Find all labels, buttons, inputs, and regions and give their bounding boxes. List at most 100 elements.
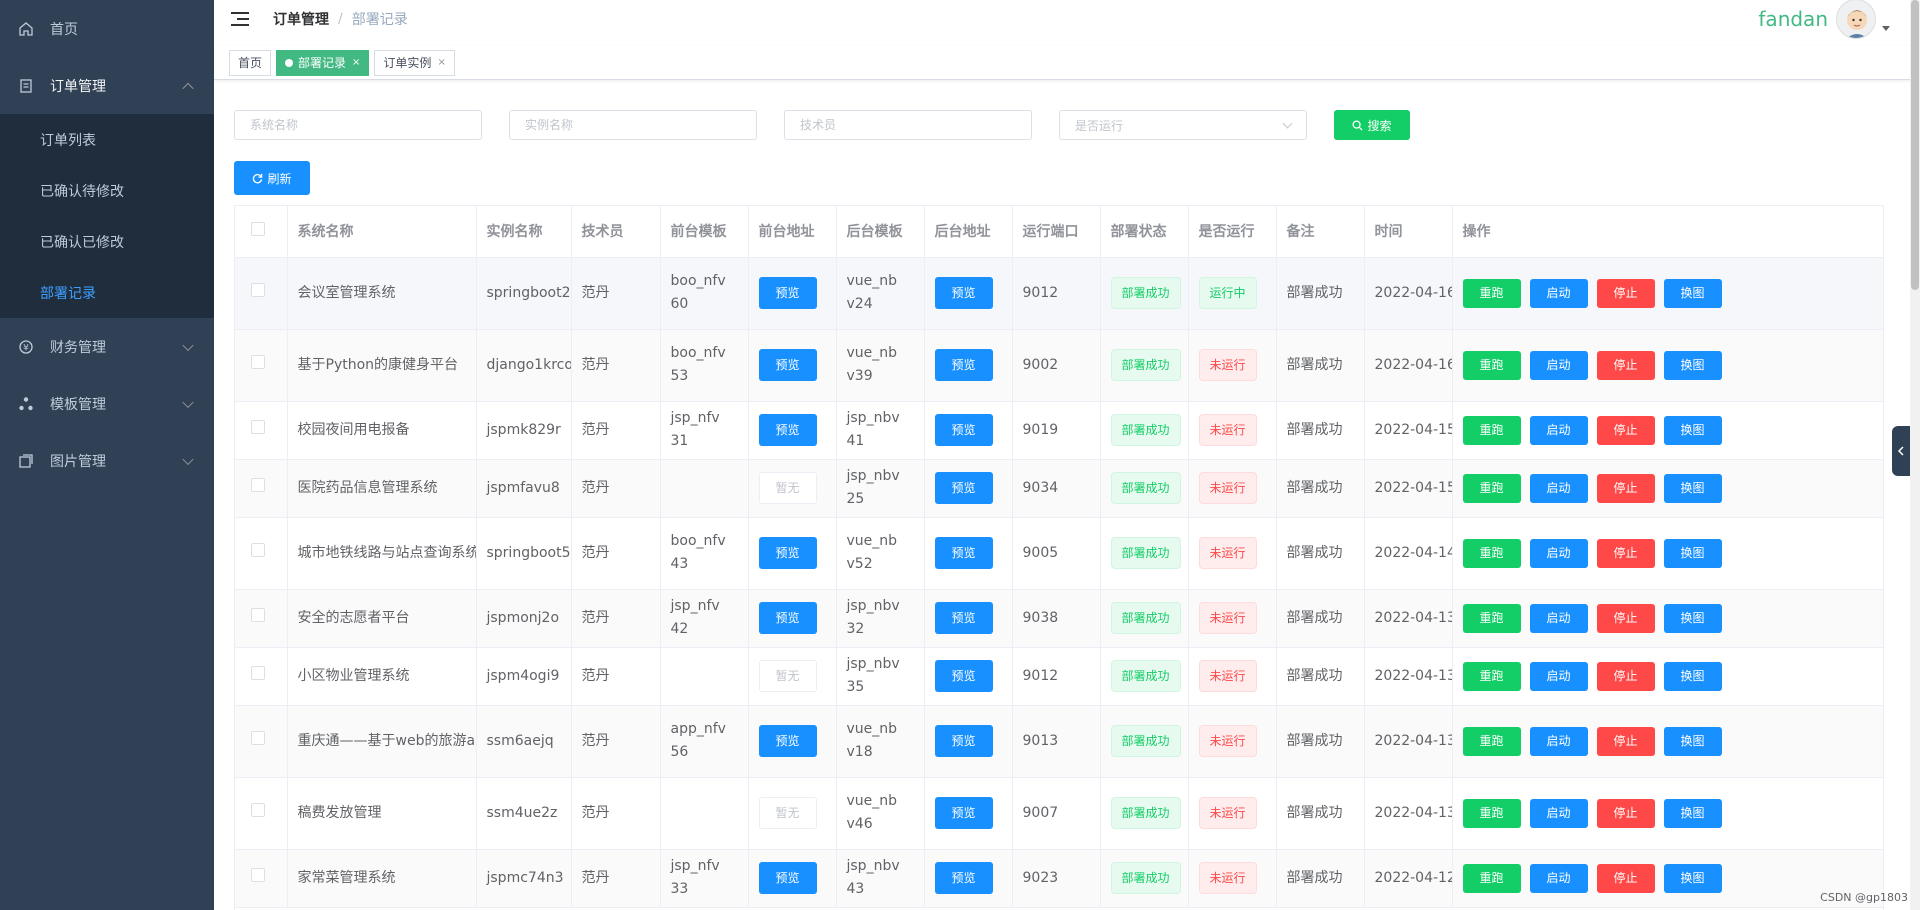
running-select[interactable]: 是否运行 [1059, 110, 1307, 140]
row-checkbox[interactable] [251, 282, 265, 297]
row-checkbox[interactable] [251, 542, 265, 557]
close-icon[interactable]: × [437, 57, 445, 68]
change-image-button[interactable]: 换图 [1663, 350, 1722, 380]
start-button[interactable]: 启动 [1529, 863, 1588, 893]
tag-home[interactable]: 首页 [229, 49, 272, 76]
stop-button[interactable]: 停止 [1596, 473, 1655, 503]
change-image-button[interactable]: 换图 [1663, 726, 1722, 756]
rerun-button[interactable]: 重跑 [1462, 350, 1521, 380]
start-button[interactable]: 启动 [1529, 603, 1588, 633]
breadcrumb-orders[interactable]: 订单管理 [273, 9, 329, 29]
rerun-button[interactable]: 重跑 [1462, 798, 1521, 828]
backend-preview-button[interactable]: 预览 [934, 725, 993, 757]
menu-item-orders[interactable]: 订单管理 [0, 57, 214, 114]
frontend-preview-button[interactable]: 预览 [758, 277, 817, 309]
rerun-button[interactable]: 重跑 [1462, 415, 1521, 445]
start-button[interactable]: 启动 [1529, 350, 1588, 380]
instance-name-input[interactable] [509, 110, 757, 140]
change-image-button[interactable]: 换图 [1663, 863, 1722, 893]
sidebar-item-order-list[interactable]: 订单列表 [0, 114, 214, 165]
avatar[interactable] [1836, 0, 1876, 39]
start-button[interactable]: 启动 [1529, 473, 1588, 503]
backend-preview-button[interactable]: 预览 [934, 602, 993, 634]
sidebar-item-confirmed-pending[interactable]: 已确认待修改 [0, 165, 214, 216]
change-image-button[interactable]: 换图 [1663, 415, 1722, 445]
start-button[interactable]: 启动 [1529, 798, 1588, 828]
stop-button[interactable]: 停止 [1596, 798, 1655, 828]
menu-item-home[interactable]: 首页 [0, 0, 214, 57]
menu-item-finance[interactable]: ¥ 财务管理 [0, 318, 214, 375]
frontend-preview-button[interactable]: 预览 [758, 537, 817, 569]
change-image-button[interactable]: 换图 [1663, 538, 1722, 568]
stop-button[interactable]: 停止 [1596, 863, 1655, 893]
backend-preview-button[interactable]: 预览 [934, 660, 993, 692]
change-image-button[interactable]: 换图 [1663, 473, 1722, 503]
backend-preview-button[interactable]: 预览 [934, 537, 993, 569]
sidebar-item-confirmed-modified[interactable]: 已确认已修改 [0, 216, 214, 267]
change-image-button[interactable]: 换图 [1663, 661, 1722, 691]
rerun-button[interactable]: 重跑 [1462, 473, 1521, 503]
menu-item-templates[interactable]: 模板管理 [0, 375, 214, 432]
backend-preview-button[interactable]: 预览 [934, 277, 993, 309]
row-checkbox[interactable] [251, 802, 265, 817]
start-button[interactable]: 启动 [1529, 278, 1588, 308]
rerun-button[interactable]: 重跑 [1462, 603, 1521, 633]
refresh-button[interactable]: 刷新 [234, 161, 310, 195]
change-image-button[interactable]: 换图 [1663, 278, 1722, 308]
row-checkbox[interactable] [251, 730, 265, 745]
stop-button[interactable]: 停止 [1596, 415, 1655, 445]
stop-button[interactable]: 停止 [1596, 350, 1655, 380]
row-checkbox[interactable] [251, 354, 265, 369]
frontend-preview-button[interactable]: 预览 [758, 349, 817, 381]
frontend-preview-button[interactable]: 预览 [758, 602, 817, 634]
row-checkbox[interactable] [251, 665, 265, 680]
stop-button[interactable]: 停止 [1596, 661, 1655, 691]
stop-button[interactable]: 停止 [1596, 278, 1655, 308]
stop-button[interactable]: 停止 [1596, 538, 1655, 568]
stop-button[interactable]: 停止 [1596, 726, 1655, 756]
user-menu[interactable]: fandan [1758, 0, 1890, 39]
frontend-preview-button[interactable]: 预览 [758, 414, 817, 446]
tag-deploy-records[interactable]: 部署记录 × [276, 49, 370, 76]
search-button[interactable]: 搜索 [1334, 110, 1410, 140]
change-image-button[interactable]: 换图 [1663, 798, 1722, 828]
cell-actions: 重跑 启动 停止 换图 [1452, 401, 1883, 460]
select-all-checkbox[interactable] [251, 222, 265, 237]
backend-preview-button[interactable]: 预览 [934, 349, 993, 381]
start-button[interactable]: 启动 [1529, 726, 1588, 756]
row-checkbox[interactable] [251, 477, 265, 492]
backend-preview-button[interactable]: 预览 [934, 414, 993, 446]
rerun-button[interactable]: 重跑 [1462, 726, 1521, 756]
start-button[interactable]: 启动 [1529, 538, 1588, 568]
rerun-button[interactable]: 重跑 [1462, 538, 1521, 568]
frontend-preview-button[interactable]: 预览 [758, 862, 817, 894]
tech-input[interactable] [784, 110, 1032, 140]
rerun-button[interactable]: 重跑 [1462, 278, 1521, 308]
row-checkbox[interactable] [251, 419, 265, 434]
hamburger-icon[interactable] [231, 12, 249, 26]
rerun-button[interactable]: 重跑 [1462, 661, 1521, 691]
rerun-button[interactable]: 重跑 [1462, 863, 1521, 893]
close-icon[interactable]: × [352, 57, 360, 68]
backend-preview-button[interactable]: 预览 [934, 862, 993, 894]
home-icon [18, 21, 34, 37]
backend-preview-button[interactable]: 预览 [934, 472, 993, 504]
menu-item-images[interactable]: 图片管理 [0, 432, 214, 489]
tag-order-instance[interactable]: 订单实例 × [374, 49, 455, 76]
row-checkbox[interactable] [251, 867, 265, 882]
change-image-button[interactable]: 换图 [1663, 603, 1722, 633]
backend-preview-button[interactable]: 预览 [934, 797, 993, 829]
cell-be-template: vue_nbv39 [836, 329, 925, 402]
sidebar-item-deploy-records[interactable]: 部署记录 [0, 267, 214, 318]
cell-port: 9034 [1012, 459, 1101, 518]
page-scrollbar[interactable] [1910, 0, 1920, 910]
scrollbar-thumb[interactable] [1911, 0, 1919, 290]
start-button[interactable]: 启动 [1529, 415, 1588, 445]
frontend-preview-button[interactable]: 预览 [758, 725, 817, 757]
stop-button[interactable]: 停止 [1596, 603, 1655, 633]
row-checkbox[interactable] [251, 607, 265, 622]
settings-drawer-handle[interactable] [1892, 426, 1910, 476]
table-row: 稿费发放管理 ssm4ue2z 范丹 暂无 vue_nbv46 预览 9007 部署成功 未运行… [235, 777, 1883, 850]
start-button[interactable]: 启动 [1529, 661, 1588, 691]
system-name-input[interactable] [234, 110, 482, 140]
